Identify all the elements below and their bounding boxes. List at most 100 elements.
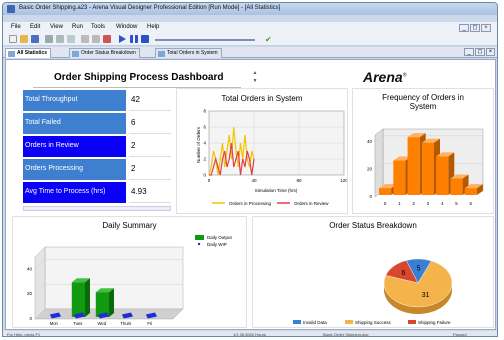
x-tick-label: Thurs	[120, 321, 131, 326]
menu-file[interactable]: File	[11, 24, 21, 30]
total-orders-panel: Total Orders in System 0408012002468 Sim…	[176, 88, 348, 214]
stat-row-total-throughput: Total Throughput 42	[23, 90, 171, 111]
frequency-bar	[393, 160, 406, 195]
statistics-tab-icon	[158, 51, 165, 57]
x-tick-label: Mon	[50, 321, 59, 326]
stat-value: 4.93	[129, 182, 171, 203]
legend-label: Invalid Data	[303, 320, 327, 325]
x-tick-label: 3	[427, 201, 430, 206]
y-tick-label: 0	[29, 316, 32, 321]
daily-summary-panel: Daily Summary Mon Tues Wed Thurs Fri 0 20 40 Da…	[12, 216, 247, 328]
menu-run[interactable]: Run	[72, 24, 83, 30]
x-tick-label: 120	[340, 178, 347, 183]
cut-icon[interactable]	[45, 35, 53, 43]
paste-icon[interactable]	[67, 35, 75, 43]
statistics-table: Total Throughput 42 Total Failed 6 Order…	[23, 90, 171, 205]
y-tick-label: 8	[203, 109, 206, 114]
doc-close-button[interactable]: ×	[486, 48, 495, 56]
total-orders-chart: 0 40 80 120 0 2 4 6 8 Simulation Time (hrs) Numb…	[196, 109, 347, 207]
tab-label: All Statistics	[17, 50, 48, 56]
statistics-tab-icon	[8, 51, 15, 57]
x-tick-label: Wed	[98, 321, 107, 326]
title-bar: Basic Order Shipping.a23 - Arena Visual …	[3, 3, 497, 15]
delete-icon[interactable]	[103, 35, 111, 43]
legend-swatch-shipping-failure	[408, 320, 416, 324]
menu-tools[interactable]: Tools	[91, 24, 105, 30]
stop-icon[interactable]	[141, 35, 149, 43]
pie-value-label: 31	[422, 292, 430, 299]
dashboard-title: Order Shipping Process Dashboard	[54, 72, 224, 83]
menu-window[interactable]: Window	[116, 24, 137, 30]
doc-minimize-button[interactable]: _	[464, 48, 474, 56]
copy-icon[interactable]	[56, 35, 64, 43]
y-tick-label: 2	[203, 157, 206, 162]
pie-value-label: 5	[417, 266, 421, 273]
application-window: Basic Order Shipping.a23 - Arena Visual …	[2, 2, 498, 337]
daily-summary-chart: Mon Tues Wed Thurs Fri 0 20 40 Daily Output Dai…	[27, 235, 233, 326]
undo-icon[interactable]	[92, 35, 100, 43]
doc-restore-button[interactable]: ◻	[475, 48, 485, 56]
frequency-bar	[464, 188, 477, 195]
toolbar: ✔	[3, 33, 497, 46]
frequency-bar	[407, 137, 420, 195]
y-tick-label: 40	[367, 139, 373, 144]
legend-swatch-shipping-success	[345, 320, 353, 324]
arena-app-icon	[7, 5, 15, 13]
frequency-panel: Frequency of Orders in System 0 1 2 3 4 5 6 0 20 4…	[352, 88, 494, 214]
stats-horizontal-scrollbar[interactable]	[23, 206, 171, 211]
pause-icon[interactable]	[130, 35, 138, 43]
daily-output-bar-side	[85, 278, 90, 317]
x-tick-label: Fri	[147, 321, 152, 326]
frequency-bar	[436, 156, 449, 195]
legend-label: Daily WIP	[207, 242, 227, 247]
stat-label: Total Throughput	[23, 90, 126, 111]
stat-value: 2	[129, 136, 171, 157]
check-icon[interactable]: ✔	[265, 35, 272, 44]
window-title: Basic Order Shipping.a23 - Arena Visual …	[19, 5, 281, 11]
pie-value-label: 6	[401, 270, 405, 277]
stat-row-total-failed: Total Failed 6	[23, 113, 171, 134]
y-tick-label: 0	[203, 173, 206, 178]
title-scroll-arrows[interactable]: ▲ ▼	[251, 69, 259, 85]
restore-button[interactable]: ◻	[470, 24, 480, 32]
x-tick-label: 1	[398, 201, 401, 206]
run-icon[interactable]	[119, 35, 126, 43]
y-axis-label: Number of Orders	[196, 126, 201, 163]
stat-row-avg-time: Avg Time to Process (hrs) 4.93	[23, 182, 171, 203]
new-file-icon[interactable]	[9, 35, 17, 43]
x-tick-label: 0	[208, 178, 211, 183]
x-tick-label: 0	[384, 201, 387, 206]
redo-icon[interactable]	[81, 35, 89, 43]
y-tick-label: 40	[27, 266, 33, 271]
menu-edit[interactable]: Edit	[30, 24, 40, 30]
daily-output-bar-side	[109, 288, 114, 317]
legend-swatch-invalid-data	[293, 320, 301, 324]
tab-bar: All Statistics Order Status Breakdown To…	[3, 47, 497, 58]
save-icon[interactable]	[31, 35, 39, 43]
stat-row-orders-processing: Orders Processing 2	[23, 159, 171, 180]
tab-total-orders-in-system[interactable]: Total Orders in System	[155, 48, 222, 58]
legend-label: Orders in Processing	[229, 201, 272, 206]
tab-order-status-breakdown[interactable]: Order Status Breakdown	[69, 48, 140, 58]
close-button[interactable]: ×	[481, 24, 491, 32]
speed-slider[interactable]	[155, 39, 255, 41]
legend-label: Shipping Failure	[418, 320, 451, 325]
minimize-button[interactable]: _	[459, 24, 469, 32]
open-folder-icon[interactable]	[20, 35, 28, 43]
legend-marker-daily-wip	[197, 242, 201, 246]
menu-view[interactable]: View	[50, 24, 63, 30]
x-tick-label: 80	[296, 178, 302, 183]
frequency-bar	[450, 178, 463, 195]
dashboard-canvas: Order Shipping Process Dashboard ▲ ▼ Aren…	[5, 59, 496, 330]
tab-all-statistics[interactable]: All Statistics	[5, 48, 52, 58]
stat-label: Orders in Review	[23, 136, 126, 157]
menu-help[interactable]: Help	[147, 24, 159, 30]
arena-logo: Arena®	[363, 69, 407, 85]
legend-label: Shipping Success	[355, 320, 392, 325]
frequency-bar	[421, 142, 434, 195]
stat-value: 2	[129, 159, 171, 180]
x-tick-label: 40	[251, 178, 257, 183]
stat-label: Total Failed	[23, 113, 126, 134]
order-status-chart: 31 6 5 Invalid Data Shipping Success Shipp…	[293, 258, 453, 325]
y-tick-label: 20	[27, 291, 33, 296]
